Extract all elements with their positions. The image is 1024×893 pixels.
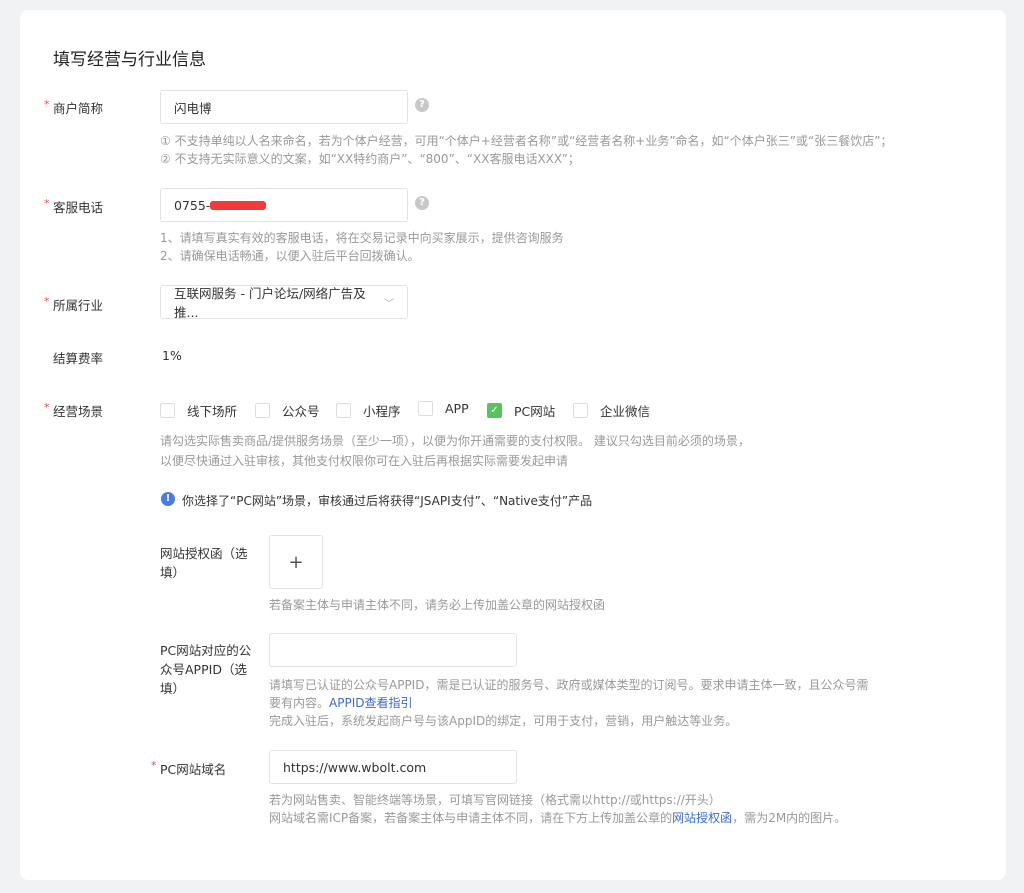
scenarios-label: 经营场景 bbox=[44, 401, 103, 420]
industry-value: 互联网服务 - 门户论坛/网络广告及推... bbox=[174, 286, 366, 320]
chevron-down-icon: ﹀ bbox=[384, 298, 394, 310]
checkbox-label: PC网站 bbox=[514, 404, 556, 419]
scenarios-hint: 以便尽快通过入驻审核，其他支付权限你可在入驻后再根据实际需要发起申请 bbox=[160, 454, 569, 468]
scenarios-hint: 请勾选实际售卖商品/提供服务场景（至少一项），以便为你开通需要的支付权限。 建议… bbox=[160, 434, 750, 448]
checkbox-label: 小程序 bbox=[363, 404, 401, 419]
fee-rate-value: 1% bbox=[162, 348, 182, 363]
appid-hint: 完成入驻后，系统发起商户号与该AppID的绑定，可用于支付，营销，用户触达等业务… bbox=[269, 714, 738, 728]
service-phone-label: 客服电话 bbox=[44, 197, 103, 216]
checkbox-pc-website[interactable]: ✓ PC网站 bbox=[487, 401, 555, 420]
checkbox-label: 公众号 bbox=[282, 404, 320, 419]
merchant-name-input[interactable]: 闪电博 bbox=[160, 90, 408, 124]
checkbox-app[interactable]: APP bbox=[418, 401, 469, 416]
redaction-mark bbox=[210, 200, 267, 210]
service-phone-hint: 2、请确保电话畅通，以便入驻后平台回拨确认。 bbox=[160, 249, 420, 263]
checkbox-icon bbox=[160, 403, 175, 418]
phone-value: 0755- bbox=[174, 197, 211, 213]
merchant-name-hint: ① 不支持单纯以人名来命名，若为个体户经营，可用“个体户+经营者名称”或“经营者… bbox=[160, 134, 893, 148]
fee-rate-label: 结算费率 bbox=[53, 351, 104, 366]
industry-label: 所属行业 bbox=[44, 295, 103, 314]
checkbox-official-account[interactable]: 公众号 bbox=[255, 401, 320, 420]
checkbox-icon bbox=[336, 403, 351, 418]
service-phone-hint: 1、请填写真实有效的客服电话，将在交易记录中向买家展示，提供咨询服务 bbox=[160, 231, 564, 245]
checkbox-label: 线下场所 bbox=[187, 404, 238, 419]
merchant-name-label: 商户简称 bbox=[44, 98, 103, 117]
domain-hint: 若为网站售卖、智能终端等场景，可填写官网链接（格式需以http://或https… bbox=[269, 793, 721, 807]
question-icon[interactable]: ? bbox=[415, 98, 429, 112]
checkbox-mini-program[interactable]: 小程序 bbox=[336, 401, 401, 420]
checkbox-wecom[interactable]: 企业微信 bbox=[573, 401, 650, 420]
appid-hint: 请填写已认证的公众号APPID，需是已认证的服务号、政府或媒体类型的订阅号。要求… bbox=[269, 678, 869, 692]
checkbox-offline[interactable]: 线下场所 bbox=[160, 401, 237, 420]
checkbox-icon bbox=[255, 403, 270, 418]
domain-input[interactable]: https://www.wbolt.com bbox=[269, 750, 517, 784]
auth-letter-label: 网站授权函（选填） bbox=[160, 546, 248, 580]
appid-guide-link[interactable]: APPID查看指引 bbox=[329, 696, 412, 710]
auth-letter-hint: 若备案主体与申请主体不同，请务必上传加盖公章的网站授权函 bbox=[269, 598, 606, 612]
scenario-notice: 你选择了“PC网站”场景，审核通过后将获得“JSAPI支付”、“Native支付… bbox=[182, 494, 593, 508]
upload-button[interactable]: + bbox=[269, 535, 323, 589]
industry-select[interactable]: 互联网服务 - 门户论坛/网络广告及推... ﹀ bbox=[160, 285, 408, 320]
info-icon: ! bbox=[161, 492, 175, 506]
appid-input[interactable] bbox=[269, 633, 517, 667]
domain-hint: ，需为2M内的图片。 bbox=[732, 811, 847, 825]
domain-label: PC网站域名 bbox=[151, 759, 226, 778]
merchant-name-hint: ② 不支持无实际意义的文案，如“XX特约商户”、“800”、“XX客服电话XXX… bbox=[160, 152, 580, 166]
appid-hint: 要有内容。 bbox=[269, 696, 330, 710]
service-phone-input[interactable]: 0755- bbox=[160, 188, 408, 222]
checkbox-label: 企业微信 bbox=[600, 404, 651, 419]
appid-label: PC网站对应的公众号APPID（选填） bbox=[160, 643, 252, 696]
domain-hint: 网站域名需ICP备案，若备案主体与申请主体不同，请在下方上传加盖公章的 bbox=[269, 811, 673, 825]
auth-letter-link[interactable]: 网站授权函 bbox=[672, 811, 732, 825]
checkbox-icon bbox=[418, 401, 433, 416]
page-title: 填写经营与行业信息 bbox=[53, 50, 206, 70]
question-icon[interactable]: ? bbox=[415, 196, 429, 210]
checkbox-icon bbox=[573, 403, 588, 418]
checkmark-icon: ✓ bbox=[487, 403, 502, 418]
checkbox-label: APP bbox=[445, 401, 469, 416]
